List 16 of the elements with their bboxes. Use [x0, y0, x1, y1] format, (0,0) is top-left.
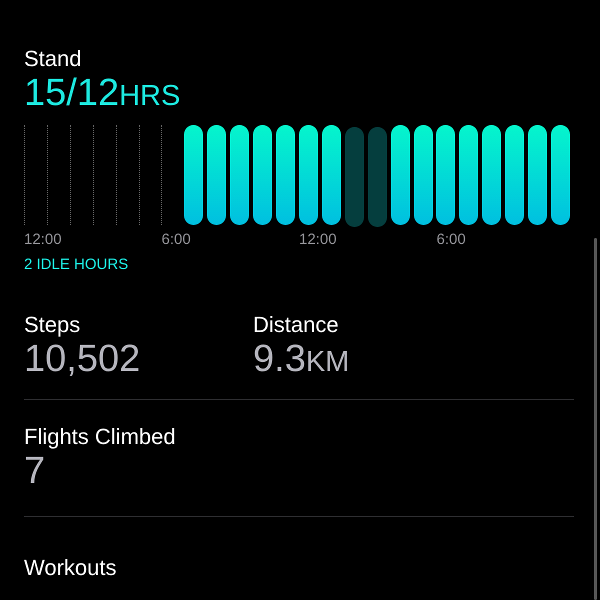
- stand-label: Stand: [24, 46, 82, 72]
- stand-value: 15/12: [24, 72, 120, 114]
- stat-label: Distance: [253, 312, 340, 338]
- stat-value: 9.3: [253, 338, 306, 380]
- axis-label: 12:00: [24, 231, 62, 248]
- flights-label: Flights Climbed: [24, 424, 177, 450]
- stat-unit: KM: [306, 346, 350, 378]
- axis-label: 12:00: [299, 231, 337, 248]
- stand-unit: HRS: [119, 80, 180, 112]
- idle-hours-note: 2 IDLE HOURS: [24, 254, 130, 274]
- workouts-heading: Workouts: [24, 555, 118, 581]
- flights-value: 7: [24, 450, 46, 492]
- stat-label: Steps: [24, 312, 82, 338]
- stat-value: 10,502: [24, 338, 140, 380]
- axis-label: 6:00: [162, 231, 191, 248]
- axis-label: 6:00: [436, 231, 466, 248]
